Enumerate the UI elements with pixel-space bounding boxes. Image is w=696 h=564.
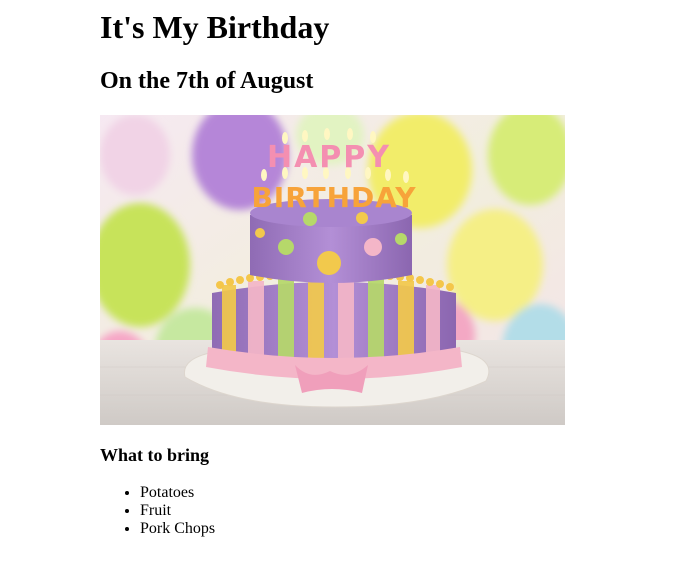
list-item: Potatoes (140, 484, 215, 502)
page-subtitle: On the 7th of August (100, 68, 314, 94)
page-title: It's My Birthday (100, 9, 330, 45)
birthday-cake-image: HAPPY BIRTHDAY (100, 115, 565, 425)
list-item: Fruit (140, 502, 215, 520)
candle-text-happy: HAPPY (267, 140, 391, 175)
bring-heading: What to bring (100, 445, 210, 465)
list-item: Pork Chops (140, 520, 215, 538)
bring-list: Potatoes Fruit Pork Chops (100, 484, 215, 538)
candle-text-birthday: BIRTHDAY (251, 181, 416, 214)
